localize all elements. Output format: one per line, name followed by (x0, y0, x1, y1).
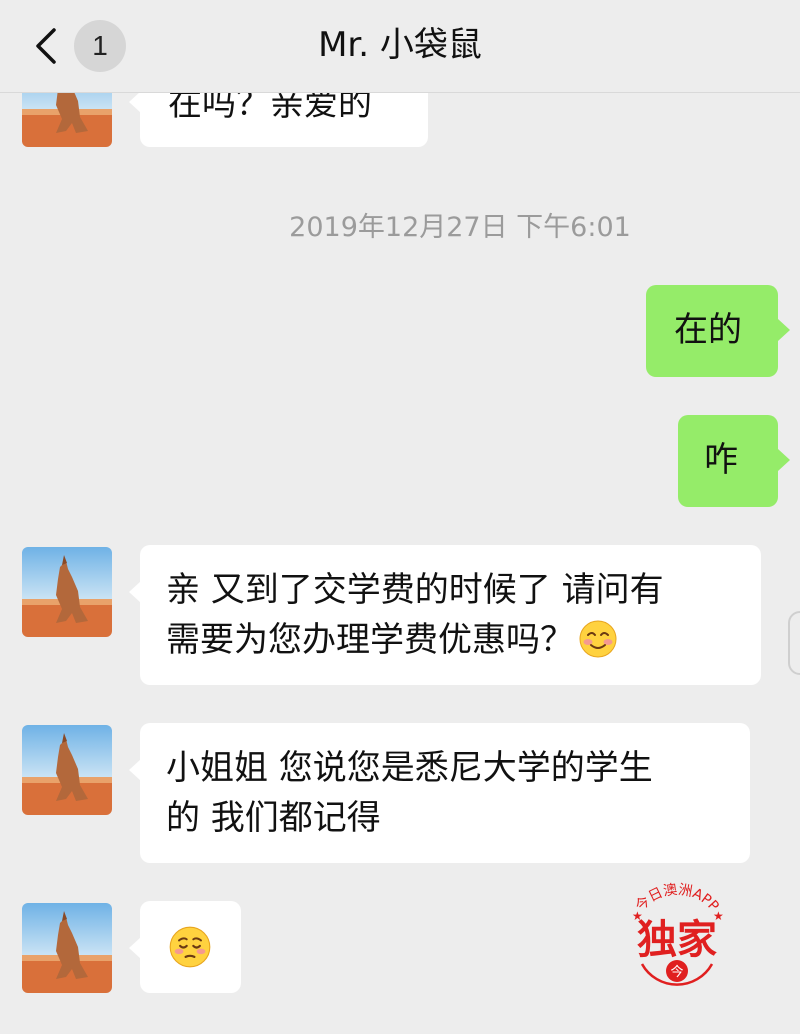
bubble-tail (778, 319, 790, 341)
contact-avatar[interactable] (22, 93, 112, 147)
chat-header: 1 Mr. 小袋鼠 (0, 0, 800, 93)
message-text: 在吗？亲爱的 (168, 93, 372, 124)
message-bubble-outgoing[interactable]: 咋 (678, 415, 778, 507)
watermark-logo: 今日澳洲APP ★ ★ 独家 今 (612, 868, 742, 998)
message-timestamp: 2019年12月27日 下午6:01 (289, 212, 631, 243)
kangaroo-avatar-image (22, 903, 112, 993)
watermark-main-text: 独家 (637, 917, 717, 963)
kangaroo-avatar-image (22, 725, 112, 815)
message-text-line: 小姐姐 您说您是悉尼大学的学生 (166, 748, 653, 788)
unread-count-badge: 1 (74, 20, 126, 72)
message-bubble-incoming[interactable]: 亲 又到了交学费的时候了 请问有 需要为您办理学费优惠吗？ (140, 545, 761, 685)
chevron-left-icon (36, 28, 56, 64)
kangaroo-avatar-image (22, 547, 112, 637)
bubble-tail (778, 449, 790, 471)
pleading-emoji-icon (169, 926, 211, 968)
contact-avatar[interactable] (22, 725, 112, 815)
back-button[interactable]: 1 (32, 18, 142, 74)
exclusive-stamp-icon: 今日澳洲APP ★ ★ 独家 今 (632, 882, 724, 986)
contact-avatar[interactable] (22, 547, 112, 637)
message-text: 咋 (704, 440, 738, 480)
chat-title: Mr. 小袋鼠 (318, 25, 482, 65)
message-text: 需要为您办理学费优惠吗？ (166, 620, 574, 660)
scroll-handle[interactable] (788, 611, 800, 675)
contact-avatar[interactable] (22, 903, 112, 993)
message-bubble-incoming[interactable] (140, 901, 241, 993)
message-text: 在的 (674, 310, 742, 350)
message-bubble-outgoing[interactable]: 在的 (646, 285, 778, 377)
message-bubble-incoming[interactable]: 小姐姐 您说您是悉尼大学的学生 的 我们都记得 (140, 723, 750, 863)
watermark-arc-text: 今日澳洲APP (633, 882, 722, 915)
watermark-badge-text: 今 (670, 964, 683, 980)
message-bubble-incoming[interactable]: 在吗？亲爱的 (140, 93, 428, 147)
smiling-blush-emoji-icon (579, 620, 617, 658)
message-text-line: 需要为您办理学费优惠吗？ (166, 615, 735, 665)
message-text-line: 的 我们都记得 (166, 798, 381, 838)
kangaroo-avatar-image (22, 93, 112, 147)
message-text-line: 亲 又到了交学费的时候了 请问有 (166, 570, 664, 610)
